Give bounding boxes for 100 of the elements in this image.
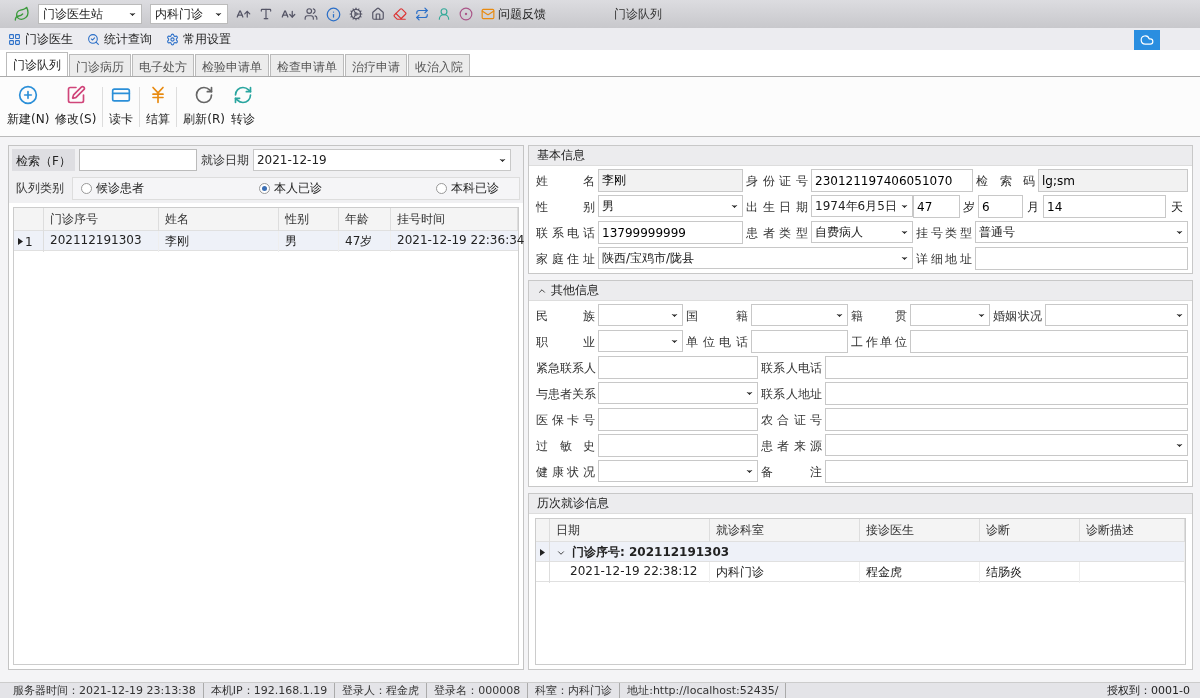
- field-label: 婚姻状况: [992, 308, 1043, 325]
- eraser-icon[interactable]: [393, 7, 407, 21]
- search-field[interactable]: [78, 149, 197, 171]
- group-label: 门诊序号: 202112191303: [572, 544, 730, 561]
- dropdown-field[interactable]: 男: [598, 195, 743, 217]
- menu-item[interactable]: 统计查询: [104, 30, 152, 48]
- dropdown-field[interactable]: 1974年6月5日: [811, 195, 913, 217]
- radio-option[interactable]: 本人已诊: [258, 180, 322, 197]
- font-normal-icon[interactable]: [259, 7, 273, 21]
- table-cell: 结肠炎: [980, 562, 1080, 583]
- dropdown-field[interactable]: [598, 304, 683, 326]
- menu-item[interactable]: 门诊医生: [25, 30, 73, 48]
- cloud-icon[interactable]: [1134, 30, 1160, 50]
- card-icon[interactable]: [111, 85, 132, 105]
- toolbar-button[interactable]: 读卡: [109, 111, 134, 128]
- app-logo-icon[interactable]: [14, 6, 30, 22]
- unit-label: 月: [1026, 199, 1040, 216]
- toolbar-button[interactable]: 刷新(R): [183, 111, 226, 128]
- field-label: 国籍: [685, 308, 749, 325]
- input-field[interactable]: 14: [1043, 195, 1166, 218]
- edit-icon[interactable]: [65, 85, 86, 105]
- input-field[interactable]: 230121197406051070: [811, 169, 973, 192]
- table-cell: 202112191303: [44, 231, 159, 252]
- input-field[interactable]: [598, 434, 758, 457]
- dropdown-field[interactable]: [910, 304, 990, 326]
- radio-option[interactable]: 候诊患者: [81, 180, 144, 197]
- tab[interactable]: 检查申请单: [270, 54, 344, 76]
- status-item: 登录名：000008: [427, 683, 529, 698]
- feedback-label[interactable]: 问题反馈: [498, 5, 546, 23]
- input-field[interactable]: [825, 356, 1188, 379]
- readonly-field[interactable]: 李刚: [598, 169, 743, 192]
- input-field[interactable]: [825, 382, 1188, 405]
- sync-icon[interactable]: [415, 7, 429, 21]
- field-label: 姓名: [535, 173, 596, 190]
- gear-icon[interactable]: [349, 7, 363, 21]
- input-field[interactable]: [975, 247, 1188, 270]
- radio-button[interactable]: [81, 183, 92, 194]
- input-field[interactable]: [825, 460, 1188, 483]
- plus-circle-icon[interactable]: [18, 85, 39, 105]
- toolbar-button[interactable]: 修改(S): [55, 111, 97, 128]
- input-field[interactable]: [825, 408, 1188, 431]
- tab[interactable]: 收治入院: [408, 54, 470, 76]
- dropdown-field[interactable]: [598, 460, 758, 482]
- envelope-icon[interactable]: [481, 7, 495, 21]
- input-field[interactable]: [910, 330, 1188, 353]
- dropdown-field[interactable]: [751, 304, 848, 326]
- input-field[interactable]: 47: [913, 195, 960, 218]
- tab[interactable]: 电子处方: [132, 54, 194, 76]
- table-cell: 程金虎: [860, 562, 980, 583]
- refresh-icon[interactable]: [194, 85, 215, 105]
- tab[interactable]: 治疗申请: [345, 54, 407, 76]
- field-label: 健康状况: [535, 464, 596, 481]
- field-label: 性别: [535, 199, 596, 216]
- dropdown-field[interactable]: 普通号: [975, 221, 1188, 243]
- search-icon[interactable]: [87, 32, 100, 46]
- dropdown-field[interactable]: 自费病人: [811, 221, 913, 243]
- radio-button[interactable]: [258, 183, 270, 194]
- home-icon[interactable]: [371, 7, 385, 21]
- circle-menu-icon[interactable]: [459, 7, 473, 21]
- input-field[interactable]: 6: [978, 195, 1023, 218]
- info-icon[interactable]: [326, 6, 341, 22]
- date-dropdown[interactable]: 2021-12-19: [252, 149, 511, 171]
- grid-icon[interactable]: [8, 32, 21, 46]
- tab[interactable]: 检验申请单: [195, 54, 269, 76]
- window-title: 门诊队列: [614, 5, 662, 23]
- table-cell: 男: [279, 231, 339, 252]
- feedback-button[interactable]: 问题反馈: [481, 5, 546, 23]
- dropdown-field[interactable]: [598, 382, 758, 404]
- status-item: 本机IP：192.168.1.19: [203, 683, 336, 698]
- toolbar-button[interactable]: 转诊: [231, 111, 256, 128]
- input-field[interactable]: 13799999999: [598, 221, 743, 244]
- user-icon[interactable]: [437, 7, 451, 21]
- input-field[interactable]: [751, 330, 848, 353]
- radio-button[interactable]: [436, 183, 447, 194]
- menu-item[interactable]: 常用设置: [183, 30, 231, 48]
- dropdown-field[interactable]: [1045, 304, 1188, 326]
- people-icon[interactable]: [304, 7, 318, 21]
- dropdown-field[interactable]: [825, 434, 1188, 456]
- dropdown-field[interactable]: [598, 330, 683, 352]
- toolbar-button[interactable]: 新建(N): [7, 111, 50, 128]
- department-dropdown[interactable]: 内科门诊: [150, 4, 228, 24]
- current-row-icon: [18, 238, 23, 245]
- dropdown-field[interactable]: 陕西/宝鸡市/陇县: [598, 247, 913, 269]
- field-label: 职业: [535, 334, 596, 351]
- station-dropdown[interactable]: 门诊医生站: [38, 4, 142, 24]
- transfer-icon[interactable]: [233, 85, 254, 105]
- status-item: 地址:http://localhost:52435/: [620, 683, 787, 698]
- tab[interactable]: 门诊病历: [69, 54, 131, 76]
- radio-option[interactable]: 本科已诊: [436, 180, 499, 197]
- field-label: 身份证号: [745, 173, 809, 190]
- queue-type-label: 队列类别: [15, 180, 65, 197]
- input-field[interactable]: [598, 408, 758, 431]
- input-field[interactable]: [598, 356, 758, 379]
- readonly-field[interactable]: lg;sm: [1038, 169, 1188, 192]
- settings-icon[interactable]: [166, 32, 179, 46]
- field-label: 农合证号: [760, 412, 823, 429]
- tab[interactable]: 门诊队列: [6, 52, 68, 76]
- date-label: 就诊日期: [200, 151, 249, 169]
- field-label: 患者类型: [745, 225, 809, 242]
- toolbar-button[interactable]: 结算: [146, 111, 171, 128]
